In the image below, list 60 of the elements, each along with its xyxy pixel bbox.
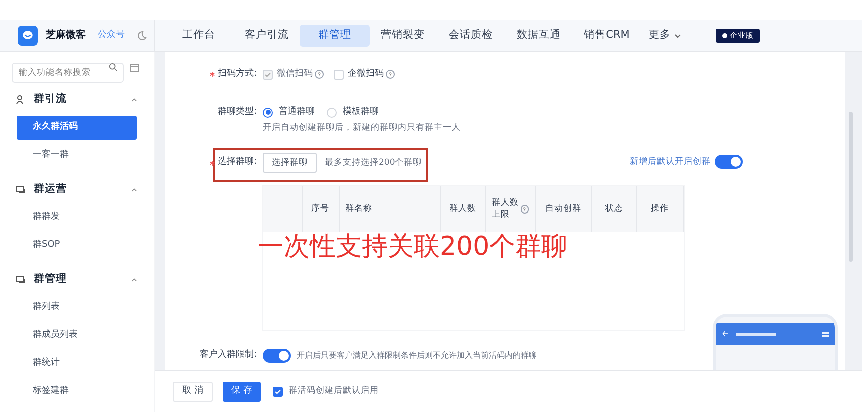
select-chats-button[interactable]: 选择群聊 <box>263 153 317 173</box>
more-menu[interactable]: 更多 <box>649 28 682 44</box>
column-header: 群名称 <box>340 186 441 232</box>
help-icon <box>315 70 324 80</box>
nav-tab[interactable]: 群管理 <box>300 24 370 46</box>
annotation-text: 一次性支持关联200个群聊 <box>258 231 568 264</box>
nav-tab[interactable]: 会话质检 <box>436 24 506 46</box>
column-header: 操作 <box>637 186 684 232</box>
sidebar-item[interactable]: 群成员列表 <box>17 324 137 348</box>
cancel-button[interactable]: 取 消 <box>173 382 213 402</box>
option-label: 微信扫码 <box>277 68 313 81</box>
nav-tab[interactable]: 客户引流 <box>232 24 302 46</box>
checkbox[interactable] <box>273 386 283 396</box>
field-label: 扫码方式: <box>218 68 257 81</box>
sidebar-item[interactable]: 永久群活码 <box>17 116 137 140</box>
hint-text: 最多支持选择200个群聊 <box>325 156 422 170</box>
column-header: 状态 <box>592 186 638 232</box>
toggle-label: 新增后默认开启创群 <box>630 156 711 168</box>
hint-text: 开启自动创建群聊后，新建的群聊内只有群主一人 <box>263 122 461 135</box>
sidebar-group-header[interactable]: 群运营 <box>0 176 154 204</box>
help-icon <box>520 204 529 214</box>
chevron-down-icon <box>674 32 682 40</box>
nav-tab[interactable]: 营销裂变 <box>368 24 438 46</box>
column-header: 自动创群 <box>536 186 592 232</box>
sidebar-item[interactable]: 标签建群 <box>17 380 137 404</box>
sidebar-item[interactable]: 群统计 <box>17 352 137 376</box>
option-label: 企微扫码 <box>348 68 384 81</box>
moon-icon[interactable] <box>137 30 147 40</box>
toggle-switch[interactable] <box>263 349 291 363</box>
sidebar-group-header[interactable]: 群引流 <box>0 86 154 114</box>
toggle-switch[interactable] <box>715 155 743 169</box>
logo-icon <box>18 26 38 46</box>
checkbox-label: 群活码创建后默认启用 <box>289 385 379 398</box>
field-label: 群聊类型: <box>218 106 257 119</box>
sidebar-item[interactable]: 一客一群 <box>17 144 137 168</box>
calendar-icon[interactable] <box>130 63 140 73</box>
sidebar-group-header[interactable]: 群管理 <box>0 266 154 294</box>
nav-tab[interactable]: 工作台 <box>164 24 234 46</box>
chat-icon <box>16 185 26 195</box>
column-header: 群人数 <box>440 186 486 232</box>
sidebar-item[interactable]: 群列表 <box>17 296 137 320</box>
column-header: 群人数上限 <box>486 186 536 232</box>
chat-icon <box>16 275 26 285</box>
save-button[interactable]: 保 存 <box>223 382 261 402</box>
nav-tab[interactable]: 销售CRM <box>572 24 642 46</box>
search-icon[interactable] <box>109 63 118 72</box>
user-icon <box>16 95 26 105</box>
hint-text: 开启后只要客户满足入群限制条件后则不允许加入当前活码内的群聊 <box>297 350 537 362</box>
option-label: 模板群聊 <box>343 106 379 119</box>
sidebar-item[interactable]: 群群发 <box>17 206 137 230</box>
field-label: 选择群聊: <box>218 156 257 170</box>
sidebar-item[interactable]: 群SOP <box>17 234 137 258</box>
nav-tab[interactable]: 数据互通 <box>504 24 574 46</box>
radio-button[interactable] <box>263 108 273 118</box>
column-header: 序号 <box>302 186 340 232</box>
option-label: 普通群聊 <box>279 106 315 119</box>
search-field[interactable]: 输入功能名称搜索 <box>12 63 124 83</box>
help-icon <box>386 70 395 80</box>
brand-name: 芝麻微客 <box>46 28 86 43</box>
field-label: 客户入群限制: <box>200 349 257 362</box>
